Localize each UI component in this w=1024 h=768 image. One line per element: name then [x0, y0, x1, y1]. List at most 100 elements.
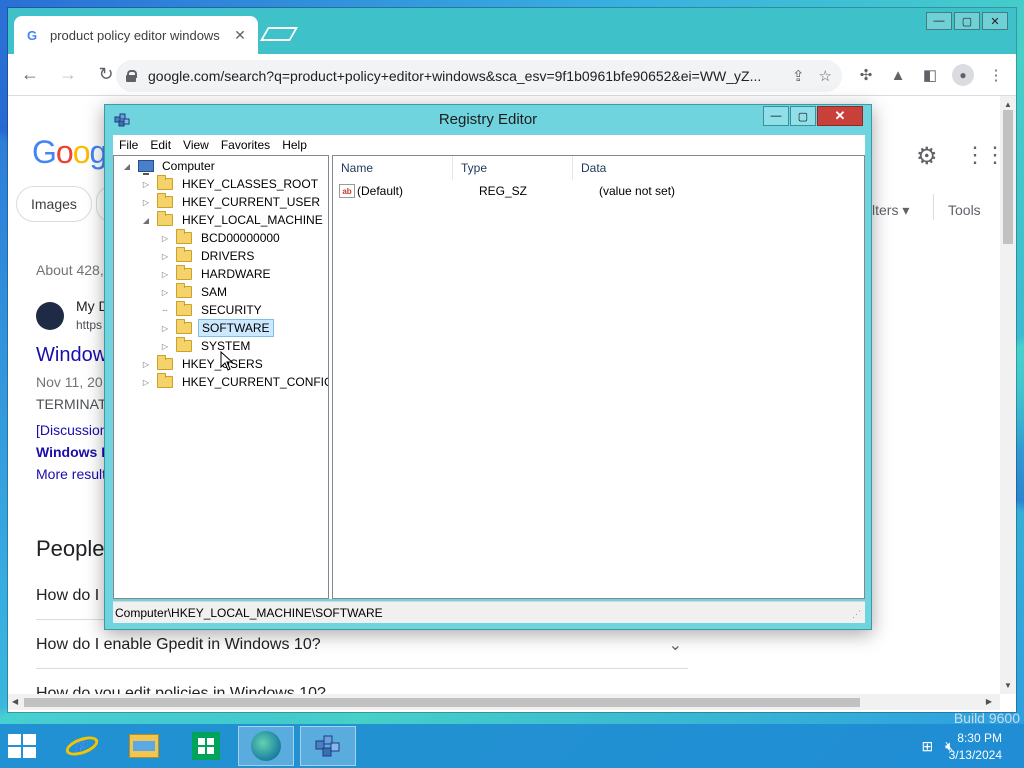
registry-value-row[interactable]: ab (Default) REG_SZ (value not set)	[333, 182, 864, 200]
menu-edit[interactable]: Edit	[144, 138, 177, 152]
expand-triangle-icon[interactable]: ▷	[160, 288, 170, 297]
resize-grip-icon[interactable]: ⋰	[852, 609, 861, 620]
close-button[interactable]: ✕	[817, 106, 863, 126]
maximize-button[interactable]: ▢	[954, 12, 980, 30]
horizontal-scrollbar[interactable]: ◀ ▶	[8, 694, 1000, 710]
forward-arrow-icon[interactable]: →	[52, 59, 84, 91]
filters-link[interactable]: lters ▾	[872, 202, 909, 219]
scroll-up-arrow-icon[interactable]: ▲	[1004, 100, 1012, 109]
registry-editor-icon	[315, 735, 340, 757]
column-header-name[interactable]: Name	[333, 156, 453, 180]
people-also-ask-heading: People	[36, 536, 105, 561]
logo-letter: G	[32, 134, 57, 170]
value-type: REG_SZ	[479, 184, 528, 198]
tree-node-key[interactable]: ▷ DRIVERS	[160, 247, 257, 265]
sitelink[interactable]: Windows E	[36, 444, 111, 460]
maximize-button[interactable]: ▢	[790, 106, 816, 126]
extensions-puzzle-icon[interactable]: ✣	[856, 65, 876, 85]
expand-triangle-icon[interactable]: ▷	[160, 324, 170, 333]
taskbar-internet-explorer[interactable]: e	[54, 726, 110, 766]
taskbar-file-explorer[interactable]	[116, 726, 172, 766]
expand-triangle-icon[interactable]: ▷	[141, 180, 151, 189]
expand-triangle-icon[interactable]: ▷	[141, 198, 151, 207]
site-favicon	[36, 302, 64, 330]
expand-triangle-icon[interactable]: ▷	[160, 234, 170, 243]
tree-label: HARDWARE	[201, 267, 271, 281]
tree-node-key[interactable]: ┄ SECURITY	[160, 301, 265, 319]
start-button[interactable]	[8, 734, 36, 758]
browser-toolbar: ← → ↻ google.com/search?q=product+policy…	[8, 54, 1016, 96]
tree-node-key[interactable]: ▷ SYSTEM	[160, 337, 253, 355]
tools-link[interactable]: Tools	[948, 202, 981, 218]
site-url[interactable]: https	[76, 318, 102, 332]
taskbar-edge[interactable]	[238, 726, 294, 766]
menu-file[interactable]: File	[113, 138, 144, 152]
faq-item[interactable]: How do you edit policies in Windows 10? …	[36, 670, 688, 695]
tree-node-computer[interactable]: ◢ Computer	[122, 157, 218, 175]
tab-strip: G product policy editor windows ✕ — ▢ ✕	[8, 8, 1016, 54]
registry-editor-titlebar[interactable]: Registry Editor — ▢ ✕	[105, 105, 871, 135]
folder-icon	[157, 175, 173, 190]
network-icon[interactable]: ⊞	[921, 738, 933, 755]
close-button[interactable]: ✕	[982, 12, 1008, 30]
menu-view[interactable]: View	[177, 138, 215, 152]
scroll-right-arrow-icon[interactable]: ▶	[986, 697, 992, 706]
google-logo[interactable]: Goog	[32, 134, 107, 171]
tree-node-key-selected[interactable]: ▷ SOFTWARE	[160, 319, 274, 337]
values-list-pane[interactable]: Name Type Data ab (Default) REG_SZ (valu…	[332, 155, 865, 599]
minimize-button[interactable]: —	[763, 106, 789, 126]
share-icon[interactable]: ⇪	[792, 67, 805, 85]
tab-close-icon[interactable]: ✕	[232, 27, 248, 44]
scroll-left-arrow-icon[interactable]: ◀	[12, 697, 18, 706]
tree-node-hive[interactable]: ▷ HKEY_CURRENT_CONFIG	[141, 373, 328, 391]
tree-node-hive[interactable]: ◢ HKEY_LOCAL_MACHINE	[141, 211, 326, 229]
tree-node-key[interactable]: ▷ SAM	[160, 283, 230, 301]
google-apps-grid-icon[interactable]: ⋮⋮⋮	[964, 142, 998, 168]
menu-help[interactable]: Help	[276, 138, 313, 152]
address-bar[interactable]: google.com/search?q=product+policy+edito…	[116, 60, 842, 92]
more-results-link[interactable]: More result	[36, 466, 106, 482]
new-tab-button[interactable]	[259, 27, 299, 41]
logo-letter: o	[55, 134, 74, 170]
back-arrow-icon[interactable]: ←	[14, 59, 46, 91]
column-header-type[interactable]: Type	[453, 156, 573, 180]
result-title-link[interactable]: Window	[36, 344, 107, 367]
minimize-button[interactable]: —	[926, 12, 952, 30]
tree-node-key[interactable]: ▷ HARDWARE	[160, 265, 274, 283]
taskbar-store[interactable]	[178, 726, 234, 766]
expand-triangle-icon[interactable]: ▷	[160, 252, 170, 261]
scroll-thumb[interactable]	[1003, 110, 1013, 244]
tree-node-hive[interactable]: ▷ HKEY_CURRENT_USER	[141, 193, 323, 211]
scroll-down-arrow-icon[interactable]: ▼	[1004, 681, 1012, 690]
expand-triangle-icon[interactable]: ▷	[141, 360, 151, 369]
settings-gear-icon[interactable]: ⚙	[916, 142, 938, 171]
profile-avatar-icon[interactable]: ●	[952, 64, 974, 86]
tree-node-hive[interactable]: ▷ HKEY_CLASSES_ROOT	[141, 175, 321, 193]
key-tree-pane[interactable]: ◢ Computer ▷ HKEY_CLASSES_ROOT ▷ HKEY_CU…	[113, 155, 329, 599]
collapse-triangle-icon[interactable]: ◢	[141, 216, 151, 225]
kebab-menu-icon[interactable]: ⋮	[986, 65, 1006, 85]
expand-triangle-icon[interactable]: ▷	[160, 342, 170, 351]
tree-node-key[interactable]: ▷ BCD00000000	[160, 229, 283, 247]
list-header: Name Type Data	[333, 156, 864, 180]
side-panel-icon[interactable]: ◧	[920, 65, 940, 85]
images-chip[interactable]: Images	[16, 186, 92, 222]
collapse-triangle-icon[interactable]: ◢	[122, 162, 132, 171]
edge-browser-icon	[251, 731, 281, 761]
folder-icon	[176, 319, 192, 334]
folder-icon	[157, 373, 173, 388]
tree-node-hive[interactable]: ▷ HKEY_USERS	[141, 355, 266, 373]
taskbar-registry-editor[interactable]	[300, 726, 356, 766]
scroll-thumb[interactable]	[24, 698, 860, 707]
menu-favorites[interactable]: Favorites	[215, 138, 276, 152]
column-header-data[interactable]: Data	[573, 156, 853, 180]
sitelink[interactable]: [Discussion	[36, 422, 108, 438]
lab-flask-icon[interactable]: ▲	[888, 65, 908, 85]
browser-tab[interactable]: G product policy editor windows ✕	[14, 16, 258, 54]
clock[interactable]: 8:30 PM 3/13/2024	[949, 730, 1002, 764]
toolbar-icons: ✣ ▲ ◧ ● ⋮	[856, 64, 1006, 86]
vertical-scrollbar[interactable]: ▲ ▼	[1000, 96, 1016, 694]
expand-triangle-icon[interactable]: ▷	[141, 378, 151, 387]
bookmark-star-icon[interactable]: ☆	[819, 67, 832, 85]
expand-triangle-icon[interactable]: ▷	[160, 270, 170, 279]
